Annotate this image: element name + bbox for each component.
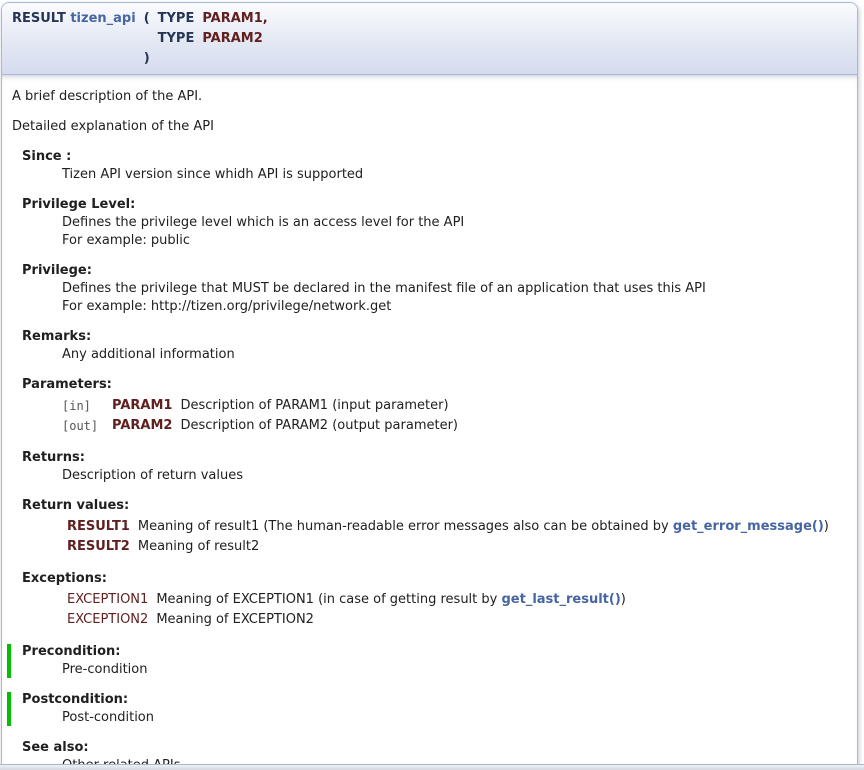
function-signature-header: RESULT tizen_api ( TYPE PARAM1, TYPE PAR… — [2, 3, 857, 75]
param-description: Description of PARAM2 (output parameter) — [180, 416, 466, 436]
param-name: PARAM1 — [112, 396, 180, 416]
return-value-row: RESULT1 Meaning of result1 (The human-re… — [67, 517, 837, 537]
signature-row-3: ) — [8, 49, 272, 69]
exceptions-table: EXCEPTION1 Meaning of EXCEPTION1 (in cas… — [67, 590, 634, 630]
page-footer-bar — [0, 764, 864, 770]
exception-description: Meaning of EXCEPTION2 — [156, 610, 634, 630]
section-privilege-level-line-2: For example: public — [62, 233, 855, 249]
section-returns: Returns: Description of return values — [12, 450, 855, 484]
return-value-name: RESULT1 — [67, 517, 138, 537]
section-privilege-level: Privilege Level: Defines the privilege l… — [12, 197, 855, 249]
section-parameters: Parameters: [in] PARAM1 Description of P… — [12, 377, 855, 436]
section-returns-text: Description of return values — [62, 468, 855, 484]
function-name-link[interactable]: tizen_api — [70, 11, 135, 26]
section-since-text: Tizen API version since whidh API is sup… — [62, 167, 855, 183]
exception-name: EXCEPTION1 — [67, 590, 156, 610]
get-last-result-link[interactable]: get_last_result() — [501, 592, 620, 607]
param-direction: [out] — [62, 416, 112, 436]
section-returns-title: Returns: — [22, 450, 855, 466]
section-return-values: Return values: RESULT1 Meaning of result… — [12, 498, 855, 557]
parameters-table: [in] PARAM1 Description of PARAM1 (input… — [62, 396, 466, 436]
section-see-also-title: See also: — [22, 740, 855, 756]
get-error-message-link[interactable]: get_error_message() — [673, 519, 824, 534]
param-2-name: PARAM2 — [198, 29, 271, 49]
param-description: Description of PARAM1 (input parameter) — [180, 396, 466, 416]
section-privilege: Privilege: Defines the privilege that MU… — [12, 263, 855, 315]
return-values-table: RESULT1 Meaning of result1 (The human-re… — [67, 517, 837, 557]
section-since: Since : Tizen API version since whidh AP… — [12, 149, 855, 183]
param-direction: [in] — [62, 396, 112, 416]
api-doc-box: RESULT tizen_api ( TYPE PARAM1, TYPE PAR… — [1, 2, 858, 770]
exception-row: EXCEPTION2 Meaning of EXCEPTION2 — [67, 610, 634, 630]
section-postcondition-title: Postcondition: — [22, 692, 855, 708]
section-since-title: Since : — [22, 149, 855, 165]
param-1-type: TYPE — [154, 9, 199, 29]
section-privilege-line-2: For example: http://tizen.org/privilege/… — [62, 299, 855, 315]
parameter-row: [out] PARAM2 Description of PARAM2 (outp… — [62, 416, 466, 436]
open-paren: ( — [140, 9, 154, 29]
function-documentation-body: A brief description of the API. Detailed… — [2, 75, 857, 770]
exception-row: EXCEPTION1 Meaning of EXCEPTION1 (in cas… — [67, 590, 634, 610]
section-privilege-level-title: Privilege Level: — [22, 197, 855, 213]
signature-row-1: RESULT tizen_api ( TYPE PARAM1, — [8, 9, 272, 29]
section-parameters-title: Parameters: — [22, 377, 855, 393]
param-name: PARAM2 — [112, 416, 180, 436]
return-value-description: Meaning of result1 (The human-readable e… — [138, 517, 837, 537]
section-exceptions: Exceptions: EXCEPTION1 Meaning of EXCEPT… — [12, 571, 855, 630]
signature-row-2: TYPE PARAM2 — [8, 29, 272, 49]
return-value-row: RESULT2 Meaning of result2 — [67, 537, 837, 557]
section-postcondition: Postcondition: Post-condition — [7, 692, 855, 726]
exception-description: Meaning of EXCEPTION1 (in case of gettin… — [156, 590, 634, 610]
detailed-description: Detailed explanation of the API — [12, 119, 855, 135]
signature-table: RESULT tizen_api ( TYPE PARAM1, TYPE PAR… — [8, 9, 272, 69]
section-postcondition-text: Post-condition — [62, 710, 855, 726]
section-exceptions-title: Exceptions: — [22, 571, 855, 587]
return-value-description: Meaning of result2 — [138, 537, 837, 557]
section-privilege-line-1: Defines the privilege that MUST be decla… — [62, 281, 855, 297]
parameter-row: [in] PARAM1 Description of PARAM1 (input… — [62, 396, 466, 416]
return-type: RESULT — [12, 11, 66, 26]
close-paren: ) — [140, 49, 154, 69]
return-value-name: RESULT2 — [67, 537, 138, 557]
param-1-name: PARAM1, — [198, 9, 271, 29]
param-2-type: TYPE — [154, 29, 199, 49]
brief-description: A brief description of the API. — [12, 89, 855, 105]
section-precondition-text: Pre-condition — [62, 662, 855, 678]
section-precondition: Precondition: Pre-condition — [7, 644, 855, 678]
section-remarks-text: Any additional information — [62, 347, 855, 363]
section-privilege-level-line-1: Defines the privilege level which is an … — [62, 215, 855, 231]
section-precondition-title: Precondition: — [22, 644, 855, 660]
section-remarks-title: Remarks: — [22, 329, 855, 345]
exception-name: EXCEPTION2 — [67, 610, 156, 630]
section-privilege-title: Privilege: — [22, 263, 855, 279]
section-remarks: Remarks: Any additional information — [12, 329, 855, 363]
signature-memname: RESULT tizen_api — [8, 9, 140, 29]
section-return-values-title: Return values: — [22, 498, 855, 514]
